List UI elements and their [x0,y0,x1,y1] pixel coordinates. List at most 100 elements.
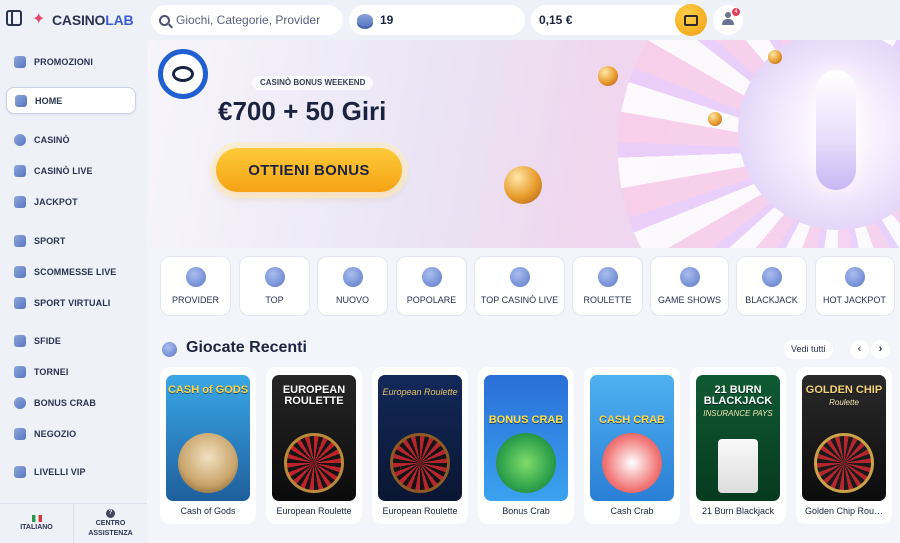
section-title: Giocate Recenti [186,339,307,356]
game-name: Bonus Crab [502,506,550,516]
thumbnail-title: 21 BURN BLACKJACK [703,384,773,407]
category-label: PROVIDER [171,295,219,305]
roulette-spindle-art [816,70,856,190]
coins-display[interactable]: 19 [349,5,525,35]
sidebar-item-promozioni[interactable]: PROMOZIONI [6,48,136,75]
game-card[interactable]: GOLDEN CHIP Roulette Golden Chip Rou… [796,367,892,524]
sidebar-item-scommesse-live[interactable]: SCOMMESSE LIVE [6,258,136,285]
hot-jackpot-icon [845,267,865,287]
category-roulette[interactable]: ROULETTE [572,256,643,316]
roulette-wheel-art [284,433,344,493]
category-label: HOT JACKPOT [823,295,886,305]
live-casino-icon [14,164,26,177]
sidebar-item-sport[interactable]: SPORT [6,227,136,254]
coins-count: 19 [380,13,394,27]
thumbnail-subtitle: Roulette [829,398,859,407]
game-card[interactable]: BONUS CRAB Bonus Crab [478,367,574,524]
game-card[interactable]: 21 BURN BLACKJACK INSURANCE PAYS 21 Burn… [690,367,786,524]
game-name: 21 Burn Blackjack [701,506,775,516]
category-popolare[interactable]: POPOLARE [396,256,467,316]
brand-name: CASINOLAB [52,12,134,28]
category-label: TOP [265,295,284,305]
roulette-ball-art [768,50,782,64]
category-blackjack[interactable]: BLACKJACK [736,256,807,316]
zeus-art [178,433,238,493]
thumbnail-title: BONUS CRAB [488,414,564,426]
claw-machine-art [602,433,662,493]
virtual-sport-icon [14,296,26,309]
game-show-icon [679,267,700,287]
carousel-next-button[interactable]: › [871,340,890,359]
language-label: ITALIANO [20,524,53,531]
promo-banner[interactable]: CASINÒ BONUS WEEKEND €700 + 50 Giri OTTI… [148,40,900,248]
support-center-button[interactable]: ? CENTRO ASSISTENZA [73,504,147,543]
promo-icon [14,55,26,68]
cards-icon [761,267,782,287]
shop-icon [14,427,26,440]
game-card[interactable]: European Roulette European Roulette [372,367,468,524]
category-hot-jackpot[interactable]: HOT JACKPOT [815,256,895,316]
see-all-link[interactable]: Vedi tutti [784,340,833,359]
category-provider[interactable]: PROVIDER [160,256,231,316]
sidebar-item-label: HOME [35,95,63,106]
sidebar-item-negozio[interactable]: NEGOZIO [6,420,136,447]
sidebar-item-label: SPORT [34,235,66,246]
game-thumbnail: CASH of GODS [166,375,250,501]
carousel-prev-button[interactable]: ‹ [850,340,869,359]
banner-kicker: CASINÒ BONUS WEEKEND [252,76,374,90]
game-thumbnail: GOLDEN CHIP Roulette [802,375,886,501]
support-label-line1: CENTRO [95,520,126,527]
jackpot-icon [14,195,26,208]
sidebar-item-jackpot[interactable]: JACKPOT [6,188,136,215]
roulette-ball-art [598,66,618,86]
sidebar-item-home[interactable]: HOME [6,87,136,114]
game-card[interactable]: EUROPEAN ROULETTE European Roulette [266,367,362,524]
thumbnail-title: EUROPEAN ROULETTE [282,384,346,407]
category-top-casino-live[interactable]: TOP CASINÒ LIVE [474,256,565,316]
search-input[interactable] [176,13,336,27]
roulette-ball-art [504,166,542,204]
sidebar-item-casino-live[interactable]: CASINÒ LIVE [6,157,136,184]
brand-logo[interactable]: ✦ CASINOLAB [32,10,134,30]
language-selector[interactable]: ITALIANO [0,504,73,543]
thumbnail-subtitle: European Roulette [382,387,458,397]
category-top[interactable]: TOP [239,256,310,316]
category-label: BLACKJACK [745,295,798,305]
game-name: European Roulette [382,506,458,516]
sidebar-toggle-icon[interactable] [6,10,22,26]
get-bonus-button[interactable]: OTTIENI BONUS [216,148,402,192]
sidebar-item-label: LIVELLI VIP [34,466,86,477]
sidebar-item-bonus-crab[interactable]: BONUS CRAB [6,389,136,416]
top-bar: ✦ CASINOLAB 19 0,15 € 4 [0,0,900,40]
category-game-shows[interactable]: GAME SHOWS [650,256,729,316]
banner-title: €700 + 50 Giri [218,96,387,126]
support-label-line2: ASSISTENZA [88,530,133,537]
sidebar-item-label: BONUS CRAB [34,397,97,408]
sidebar-item-casino[interactable]: CASINÒ [6,126,136,153]
game-card[interactable]: CASH CRAB Cash Crab [584,367,680,524]
search-box[interactable] [151,5,343,35]
game-card[interactable]: CASH of GODS Cash of Gods [160,367,256,524]
sidebar-item-sport-virtuali[interactable]: SPORT VIRTUALI [6,289,136,316]
vip-icon [14,465,26,478]
sidebar-item-tornei[interactable]: TORNEI [6,358,136,385]
coin-stack-icon [357,14,373,26]
category-nuovo[interactable]: NUOVO [317,256,388,316]
account-button[interactable]: 4 [713,5,743,35]
game-thumbnail: EUROPEAN ROULETTE [272,375,356,501]
sidebar-item-label: SFIDE [34,335,62,346]
sidebar-item-label: SPORT VIRTUALI [34,297,111,308]
deposit-button[interactable] [675,4,707,36]
sidebar-item-label: SCOMMESSE LIVE [34,266,117,277]
game-thumbnail: BONUS CRAB [484,375,568,501]
roulette-icon [597,267,618,287]
sidebar-item-label: TORNEI [34,366,69,377]
logo-star-icon: ✦ [32,11,46,28]
game-thumbnail: CASH CRAB [590,375,674,501]
notification-badge: 4 [732,8,740,16]
top-star-icon [264,267,285,287]
game-name: Golden Chip Rou… [804,506,884,516]
balance-display[interactable]: 0,15 € [531,4,707,36]
sidebar-item-sfide[interactable]: SFIDE [6,327,136,354]
sidebar-item-livelli-vip[interactable]: LIVELLI VIP [6,458,136,485]
